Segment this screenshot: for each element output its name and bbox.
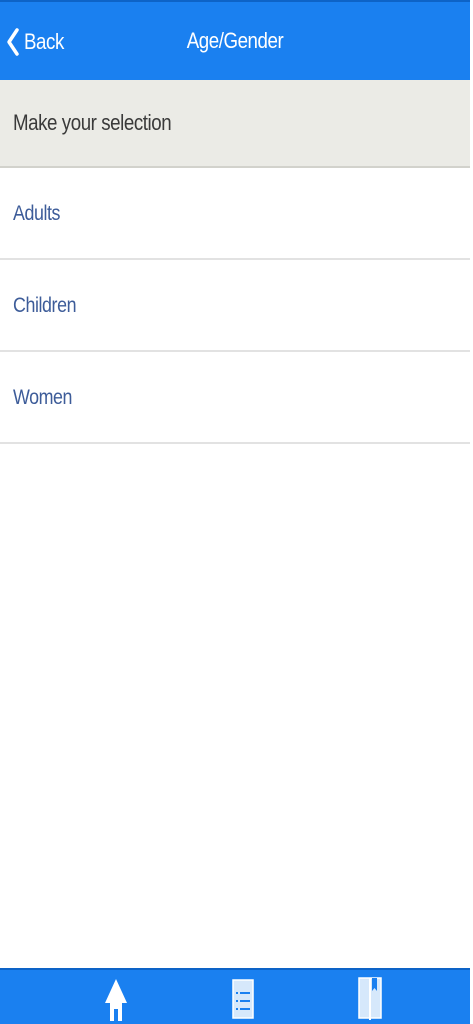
list-item-label: Children [13, 294, 77, 317]
list-item-adults[interactable]: Adults [0, 168, 470, 260]
tab-home[interactable] [86, 974, 146, 1024]
list-item-label: Adults [13, 202, 61, 225]
tab-book[interactable] [340, 974, 400, 1024]
list-item-women[interactable]: Women [0, 352, 470, 444]
tab-list[interactable] [213, 974, 273, 1024]
list-item-children[interactable]: Children [0, 260, 470, 352]
section-header: Make your selection [0, 80, 470, 168]
tab-bar [0, 968, 470, 1024]
chevron-left-icon [7, 28, 19, 56]
list-item-label: Women [13, 386, 73, 409]
section-header-label: Make your selection [13, 110, 172, 135]
selection-list: Adults Children Women [0, 168, 470, 444]
book-icon [358, 977, 382, 1020]
home-icon [105, 979, 127, 1021]
list-icon [232, 979, 254, 1019]
page-title: Age/Gender [186, 28, 284, 53]
navigation-bar: Back Age/Gender [0, 0, 470, 80]
